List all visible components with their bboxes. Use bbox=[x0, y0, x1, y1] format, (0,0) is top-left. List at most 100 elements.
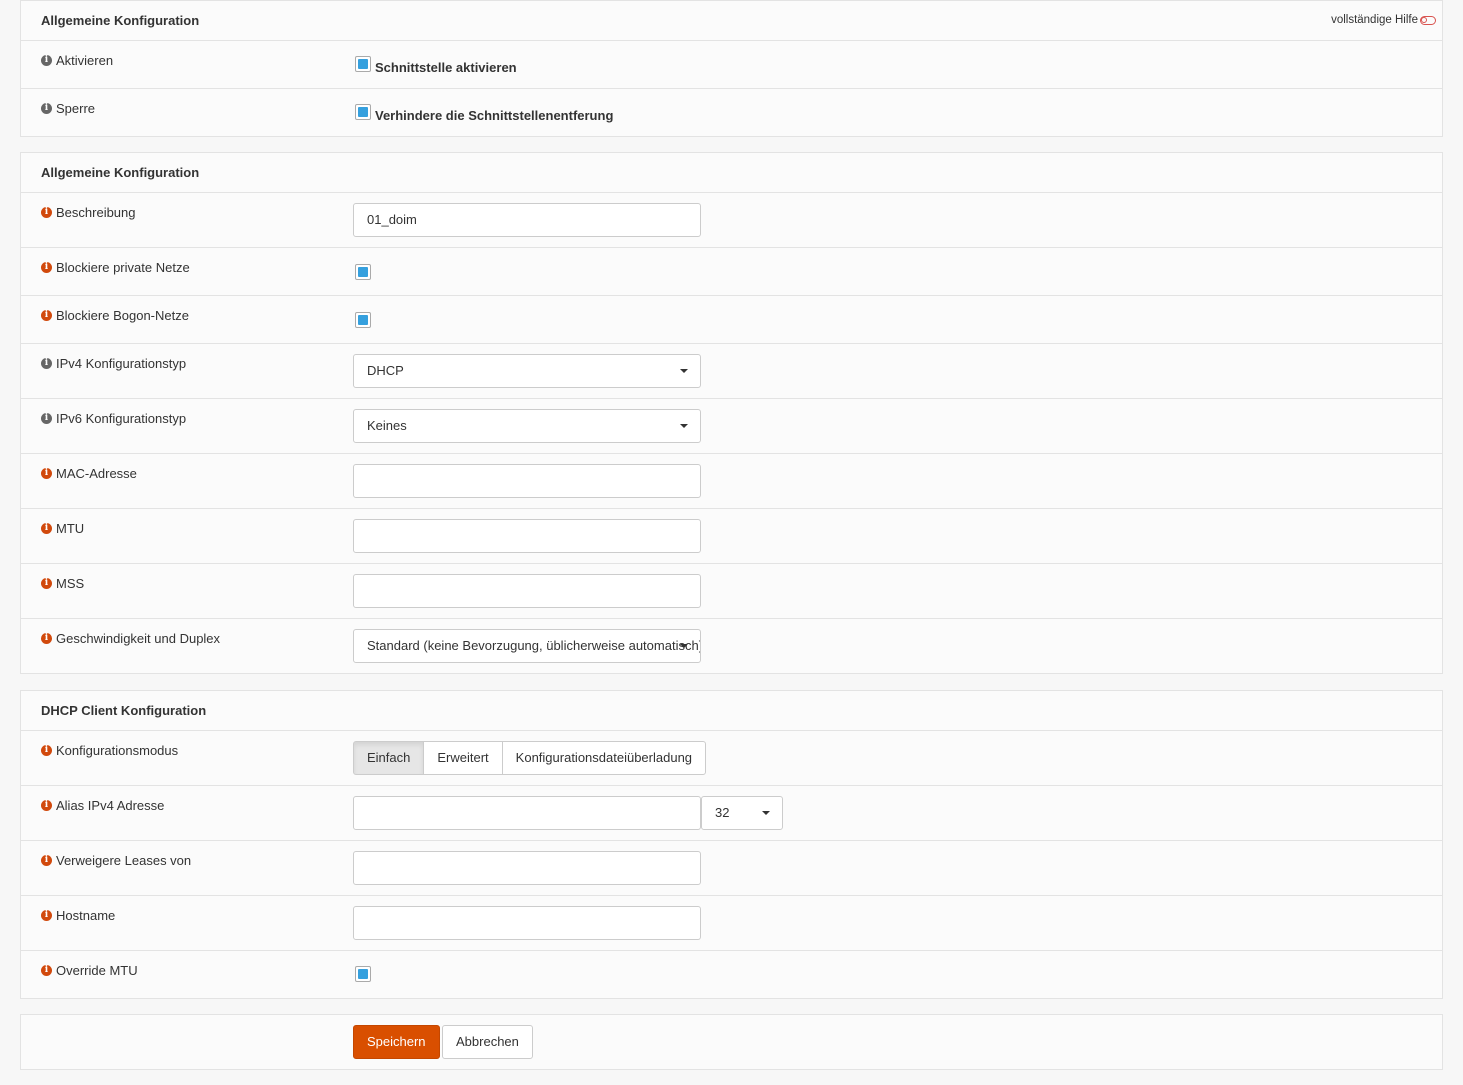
hostname-input[interactable] bbox=[353, 906, 701, 940]
panel-title: Allgemeine Konfiguration bbox=[41, 165, 200, 180]
info-icon[interactable]: i bbox=[41, 523, 52, 534]
label-text: Geschwindigkeit und Duplex bbox=[56, 631, 221, 646]
label-reject-leases: i Verweigere Leases von bbox=[41, 853, 191, 868]
info-icon[interactable]: i bbox=[41, 633, 52, 644]
label-text: Sperre bbox=[56, 101, 96, 116]
info-icon[interactable]: i bbox=[41, 262, 52, 273]
info-icon[interactable]: i bbox=[41, 965, 52, 976]
label-enable: i Aktivieren bbox=[41, 53, 113, 68]
caret-down-icon bbox=[680, 424, 688, 428]
row-hostname: i Hostname bbox=[21, 896, 1442, 951]
label-text: Aktivieren bbox=[56, 53, 114, 68]
info-icon[interactable]: i bbox=[41, 103, 52, 114]
label-config-mode: i Konfigurationsmodus bbox=[41, 743, 178, 758]
info-icon[interactable]: i bbox=[41, 55, 52, 66]
panel-title: DHCP Client Konfiguration bbox=[41, 703, 207, 718]
description-input[interactable]: 01_doim bbox=[353, 203, 701, 237]
config-mode-group: Einfach Erweitert Konfigurationsdateiübe… bbox=[353, 741, 707, 775]
label-text: Konfigurationsmodus bbox=[56, 743, 179, 758]
block-bogon-checkbox[interactable] bbox=[355, 312, 371, 328]
mac-address-input[interactable] bbox=[353, 464, 701, 498]
label-text: MSS bbox=[56, 576, 85, 591]
full-help-link[interactable]: vollständige Hilfe bbox=[1331, 14, 1436, 26]
label-text: Blockiere private Netze bbox=[56, 260, 190, 275]
info-icon[interactable]: i bbox=[41, 207, 52, 218]
label-block-bogon: i Blockiere Bogon-Netze bbox=[41, 308, 189, 323]
label-text: Hostname bbox=[56, 908, 116, 923]
prevent-removal-label[interactable]: Verhindere die Schnittstellenentferung bbox=[375, 108, 613, 123]
mtu-input[interactable] bbox=[353, 519, 701, 553]
info-icon[interactable]: i bbox=[41, 855, 52, 866]
override-mtu-checkbox[interactable] bbox=[355, 966, 371, 982]
cancel-button[interactable]: Abbrechen bbox=[442, 1025, 533, 1059]
label-alias-ipv4: i Alias IPv4 Adresse bbox=[41, 798, 164, 813]
row-mss: i MSS bbox=[21, 564, 1442, 619]
label-text: Beschreibung bbox=[56, 205, 136, 220]
mode-basic-button[interactable]: Einfach bbox=[353, 741, 425, 775]
alias-prefix-select[interactable]: 32 bbox=[701, 796, 783, 830]
row-ipv4-type: i IPv4 Konfigurationstyp DHCP bbox=[21, 344, 1442, 399]
row-ipv6-type: i IPv6 Konfigurationstyp Keines bbox=[21, 399, 1442, 454]
mode-config-override-button[interactable]: Konfigurationsdateiüberladung bbox=[501, 741, 707, 775]
label-text: MTU bbox=[56, 521, 85, 536]
caret-down-icon bbox=[680, 369, 688, 373]
mode-advanced-button[interactable]: Erweitert bbox=[423, 741, 503, 775]
label-text: Alias IPv4 Adresse bbox=[56, 798, 165, 813]
label-description: i Beschreibung bbox=[41, 205, 136, 220]
select-value: 32 bbox=[715, 805, 730, 820]
ipv4-type-select[interactable]: DHCP bbox=[353, 354, 701, 388]
general-config-panel: Allgemeine Konfiguration vollständige Hi… bbox=[20, 0, 1443, 137]
info-icon[interactable]: i bbox=[41, 358, 52, 369]
label-mtu: i MTU bbox=[41, 521, 84, 536]
panel-header: Allgemeine Konfiguration bbox=[21, 153, 1442, 193]
label-text: IPv6 Konfigurationstyp bbox=[56, 411, 187, 426]
label-text: Blockiere Bogon-Netze bbox=[56, 308, 189, 323]
label-text: Verweigere Leases von bbox=[56, 853, 192, 868]
row-description: i Beschreibung 01_doim bbox=[21, 193, 1442, 248]
info-icon[interactable]: i bbox=[41, 413, 52, 424]
dhcp-client-panel: DHCP Client Konfiguration i Konfiguration… bbox=[20, 690, 1443, 999]
enable-interface-checkbox[interactable] bbox=[355, 56, 371, 72]
row-block-private: i Blockiere private Netze bbox=[21, 248, 1442, 296]
interface-config-panel: Allgemeine Konfiguration i Beschreibung 0… bbox=[20, 152, 1443, 674]
label-ipv4-type: i IPv4 Konfigurationstyp bbox=[41, 356, 186, 371]
row-block-bogon: i Blockiere Bogon-Netze bbox=[21, 296, 1442, 344]
form-actions: Speichern Abbrechen bbox=[20, 1014, 1443, 1070]
row-mac: i MAC-Adresse bbox=[21, 454, 1442, 509]
panel-title: Allgemeine Konfiguration bbox=[41, 13, 200, 28]
speed-duplex-select[interactable]: Standard (keine Bevorzugung, üblicherwei… bbox=[353, 629, 701, 663]
row-mtu: i MTU bbox=[21, 509, 1442, 564]
info-icon[interactable]: i bbox=[41, 468, 52, 479]
label-text: MAC-Adresse bbox=[56, 466, 137, 481]
select-value: DHCP bbox=[367, 363, 404, 378]
panel-header: DHCP Client Konfiguration bbox=[21, 691, 1442, 731]
row-lock: i Sperre Verhindere die Schnittstellenent… bbox=[21, 89, 1442, 136]
label-override-mtu: i Override MTU bbox=[41, 963, 138, 978]
info-icon[interactable]: i bbox=[41, 910, 52, 921]
label-text: IPv4 Konfigurationstyp bbox=[56, 356, 187, 371]
select-value: Standard (keine Bevorzugung, üblicherwei… bbox=[367, 638, 701, 653]
toggle-off-icon[interactable] bbox=[1420, 15, 1436, 25]
full-help-label: vollständige Hilfe bbox=[1331, 14, 1418, 26]
label-ipv6-type: i IPv6 Konfigurationstyp bbox=[41, 411, 186, 426]
info-icon[interactable]: i bbox=[41, 578, 52, 589]
label-hostname: i Hostname bbox=[41, 908, 115, 923]
label-mss: i MSS bbox=[41, 576, 84, 591]
ipv6-type-select[interactable]: Keines bbox=[353, 409, 701, 443]
save-button[interactable]: Speichern bbox=[353, 1025, 440, 1059]
caret-down-icon bbox=[680, 644, 688, 648]
reject-leases-input[interactable] bbox=[353, 851, 701, 885]
info-icon[interactable]: i bbox=[41, 310, 52, 321]
mss-input[interactable] bbox=[353, 574, 701, 608]
info-icon[interactable]: i bbox=[41, 745, 52, 756]
block-private-checkbox[interactable] bbox=[355, 264, 371, 280]
row-reject-leases: i Verweigere Leases von bbox=[21, 841, 1442, 896]
panel-header: Allgemeine Konfiguration vollständige Hi… bbox=[21, 1, 1442, 41]
enable-interface-label[interactable]: Schnittstelle aktivieren bbox=[375, 60, 517, 75]
prevent-removal-checkbox[interactable] bbox=[355, 104, 371, 120]
label-lock: i Sperre bbox=[41, 101, 95, 116]
alias-ipv4-input[interactable] bbox=[353, 796, 701, 830]
label-text: Override MTU bbox=[56, 963, 138, 978]
row-alias-ipv4: i Alias IPv4 Adresse 32 bbox=[21, 786, 1442, 841]
info-icon[interactable]: i bbox=[41, 800, 52, 811]
